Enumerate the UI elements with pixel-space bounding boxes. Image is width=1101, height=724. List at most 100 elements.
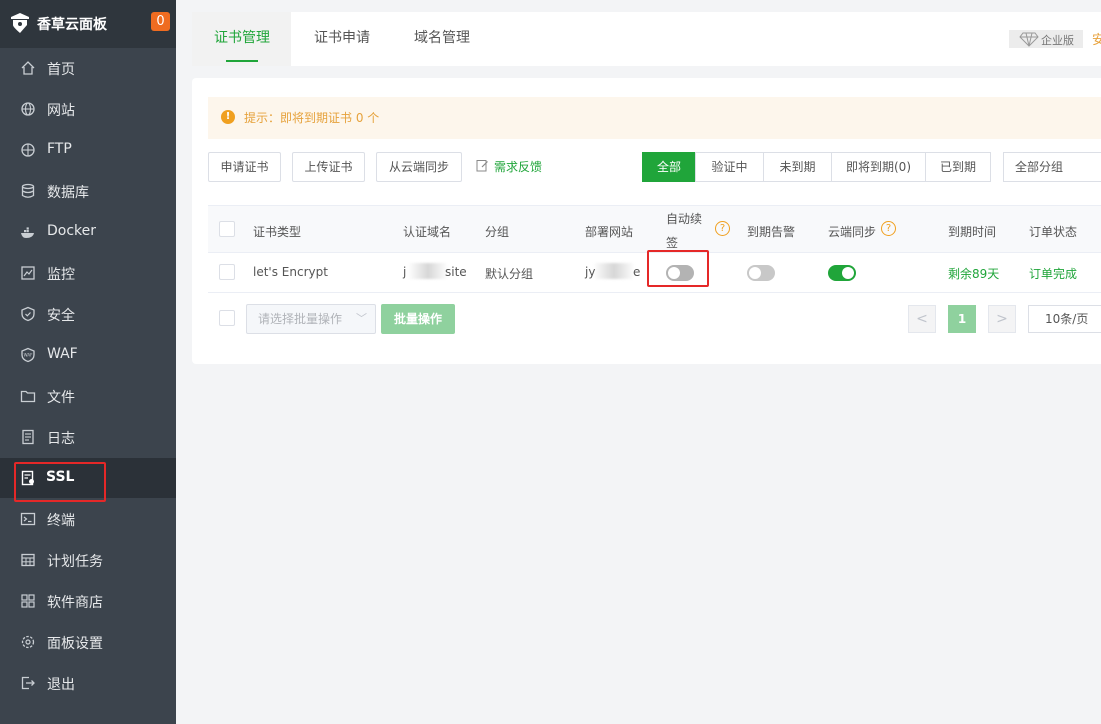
sidebar-item-label: WAF <box>47 346 78 362</box>
tab-domain-manage[interactable]: 域名管理 <box>414 12 470 66</box>
sidebar-item-settings[interactable]: 面板设置 <box>0 622 176 662</box>
sidebar-item-label: 安全 <box>47 308 75 324</box>
folder-icon <box>20 390 36 403</box>
col-group: 分组 <box>485 225 510 239</box>
enterprise-label: 企业版 <box>1041 34 1074 47</box>
feedback-label: 需求反馈 <box>494 160 543 174</box>
page-size-select[interactable]: 10条/页 <box>1028 305 1101 333</box>
sidebar-item-cron[interactable]: 计划任务 <box>0 540 176 580</box>
tab-bar: 证书管理 证书申请 域名管理 企业版 安 <box>192 12 1101 66</box>
edit-icon <box>476 160 488 172</box>
col-site: 部署网站 <box>585 225 634 239</box>
row-checkbox[interactable] <box>219 264 235 280</box>
sidebar-item-home[interactable]: 首页 <box>0 48 176 88</box>
brand-header: 香草云面板 0 <box>0 0 176 48</box>
select-all-checkbox[interactable] <box>219 221 235 237</box>
col-auto-renew-line2: 签 <box>666 236 679 250</box>
sidebar-item-label: 计划任务 <box>47 554 103 570</box>
group-cell: 默认分组 <box>485 267 534 281</box>
sidebar-item-ftp[interactable]: FTP <box>0 130 176 170</box>
table-header: 证书类型 认证域名 分组 部署网站 自动续 签 ? 到期告警 云端同步 ? 到期… <box>208 206 1101 253</box>
sidebar-item-label: 终端 <box>47 513 75 529</box>
cloud-sync-toggle[interactable] <box>828 265 856 281</box>
expire-alert-toggle[interactable] <box>747 265 775 281</box>
auto-renew-help-icon[interactable]: ? <box>715 221 730 236</box>
ftp-icon <box>21 143 35 157</box>
sidebar-item-waf[interactable]: WAF WAF <box>0 335 176 375</box>
globe-icon <box>21 102 35 116</box>
filter-all[interactable]: 全部 <box>642 152 696 182</box>
next-page-button[interactable]: > <box>988 305 1016 333</box>
batch-select-all-checkbox[interactable] <box>219 310 235 326</box>
col-auto-renew-line1: 自动续 <box>666 212 703 226</box>
col-cloud-sync: 云端同步 <box>828 225 877 239</box>
auto-renew-highlight-box <box>647 250 709 287</box>
col-order-status: 订单状态 <box>1029 225 1078 239</box>
shield-icon <box>21 306 35 322</box>
sidebar-item-app-store[interactable]: 软件商店 <box>0 581 176 621</box>
domain-cell-end: site <box>445 265 467 279</box>
filter-verifying[interactable]: 验证中 <box>695 152 764 182</box>
enterprise-extra-text[interactable]: 安 <box>1092 29 1101 48</box>
sidebar-item-label: 网站 <box>47 103 75 119</box>
batch-action-button[interactable]: 批量操作 <box>381 304 455 334</box>
monitor-icon <box>21 266 35 280</box>
warning-icon: ! <box>221 110 235 124</box>
sidebar-item-database[interactable]: 数据库 <box>0 171 176 211</box>
alert-text: 提示：即将到期证书 0 个 <box>244 111 380 125</box>
sidebar-item-files[interactable]: 文件 <box>0 376 176 416</box>
current-page-button[interactable]: 1 <box>948 305 976 333</box>
logo-icon <box>11 13 29 33</box>
sidebar-item-label: FTP <box>47 141 72 157</box>
chevron-down-icon: ﹀ <box>356 312 367 325</box>
main-panel: ! 提示：即将到期证书 0 个 申请证书 上传证书 从云端同步 需求反馈 全部 … <box>192 78 1101 364</box>
redacted-domain <box>408 263 448 279</box>
svg-text:WAF: WAF <box>24 353 33 358</box>
col-domain: 认证域名 <box>403 225 452 239</box>
cert-type-cell: let's Encrypt <box>253 265 328 279</box>
order-status-cell[interactable]: 订单完成 <box>1029 265 1077 282</box>
sidebar-item-monitor[interactable]: 监控 <box>0 253 176 293</box>
apply-cert-button[interactable]: 申请证书 <box>208 152 281 182</box>
sidebar-item-label: Docker <box>47 223 97 239</box>
gear-icon <box>21 635 35 649</box>
col-expire-time: 到期时间 <box>948 225 997 239</box>
notification-badge[interactable]: 0 <box>151 12 170 31</box>
tab-cert-apply[interactable]: 证书申请 <box>314 12 370 66</box>
upload-cert-button[interactable]: 上传证书 <box>292 152 365 182</box>
logout-icon <box>21 676 35 690</box>
enterprise-badge[interactable]: 企业版 <box>1009 30 1083 48</box>
batch-action-select[interactable]: 请选择批量操作 ﹀ <box>246 304 376 334</box>
col-cert-type: 证书类型 <box>253 225 302 239</box>
cloud-sync-help-icon[interactable]: ? <box>881 221 896 236</box>
filter-valid[interactable]: 未到期 <box>763 152 832 182</box>
domain-cell-start: j <box>403 265 407 279</box>
log-icon <box>22 429 34 445</box>
sync-cloud-button[interactable]: 从云端同步 <box>376 152 462 182</box>
database-icon <box>21 183 35 198</box>
prev-page-button[interactable]: < <box>908 305 936 333</box>
filter-expired[interactable]: 已到期 <box>925 152 991 182</box>
diamond-icon <box>1019 32 1039 47</box>
expire-time-cell: 剩余89天 <box>948 267 1000 281</box>
sidebar-item-label: 面板设置 <box>47 636 103 652</box>
sidebar-item-label: 首页 <box>47 62 75 78</box>
sidebar-item-label: 监控 <box>47 267 75 283</box>
terminal-icon <box>20 512 36 526</box>
sidebar-item-label: 数据库 <box>47 185 89 201</box>
sidebar-item-terminal[interactable]: 终端 <box>0 499 176 539</box>
sidebar-item-docker[interactable]: Docker <box>0 212 176 252</box>
sidebar-item-website[interactable]: 网站 <box>0 89 176 129</box>
sidebar-item-security[interactable]: 安全 <box>0 294 176 334</box>
col-expire-alert: 到期告警 <box>747 225 796 239</box>
site-cell-end: e <box>633 265 641 279</box>
filter-expiring[interactable]: 即将到期(0) <box>831 152 926 182</box>
sidebar-item-label: 日志 <box>47 431 75 447</box>
sidebar-item-logs[interactable]: 日志 <box>0 417 176 457</box>
tab-cert-manage[interactable]: 证书管理 <box>214 12 270 66</box>
active-tab-indicator <box>226 60 258 62</box>
group-select[interactable]: 全部分组 <box>1003 152 1101 182</box>
calendar-icon <box>21 553 35 567</box>
sidebar-item-logout[interactable]: 退出 <box>0 663 176 703</box>
expiry-alert: ! 提示：即将到期证书 0 个 <box>208 97 1101 139</box>
